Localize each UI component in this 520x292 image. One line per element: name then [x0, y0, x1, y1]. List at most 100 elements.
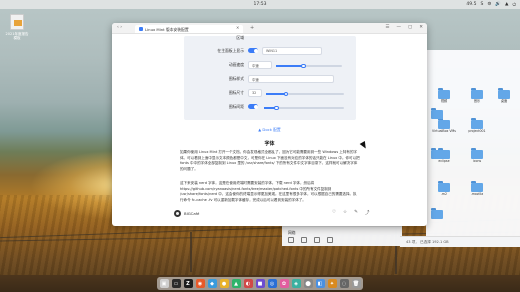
tray-item[interactable]: ▲ [505, 2, 508, 7]
folder-label: .mozilla [470, 192, 484, 196]
app-icon-9[interactable]: ■ [255, 279, 265, 288]
like-icon[interactable]: ♡ [332, 210, 336, 216]
app-icon-8[interactable]: ◐ [243, 279, 253, 288]
trash-icon[interactable]: 🗑 [351, 279, 361, 288]
app-icon-11[interactable]: ✿ [279, 279, 289, 288]
app-icon-4[interactable]: ◉ [195, 279, 205, 288]
speed-slider[interactable] [276, 63, 342, 68]
maximize-icon[interactable]: ▢ [408, 25, 412, 30]
settings-label: 区域 [236, 35, 244, 40]
toggle-switch[interactable] [248, 104, 258, 109]
file-manager-window[interactable]: 视频 音乐 桌面 VirtualBox VMs project001 eclipse ico… [426, 50, 520, 247]
tab-close-icon[interactable]: ✕ [236, 25, 239, 30]
settings-label: 图标样式 [228, 76, 244, 81]
folder-item[interactable]: .m2 [430, 181, 458, 197]
folder-item[interactable]: icons [463, 148, 491, 164]
folder-icon [438, 181, 450, 192]
new-tab-icon[interactable]: + [250, 25, 254, 31]
folder-item[interactable]: VirtualBox VMs [430, 118, 458, 134]
folder-label: .m2 [440, 192, 448, 196]
folder-icon [431, 208, 443, 219]
app-icon-6[interactable]: ● [219, 279, 229, 288]
app-icon-16[interactable]: ◌ [339, 279, 349, 288]
author-info[interactable]: BIGCafé [174, 209, 199, 218]
tab-title: Linux Mint 版本安装配置 [145, 26, 189, 32]
folder-item[interactable]: 桌面 [490, 88, 518, 104]
settings-label: 图标间距 [228, 104, 244, 109]
tray-item[interactable]: ⏻ [512, 2, 516, 8]
folder-item[interactable] [430, 208, 444, 220]
author-name: BIGCafé [184, 211, 200, 216]
section-heading: 字体 [264, 141, 275, 147]
app-icon-14[interactable]: ◧ [315, 279, 325, 288]
folder-item[interactable]: 视频 [430, 88, 458, 104]
settings-row: 图标尺寸 32 [184, 87, 356, 99]
share-icon[interactable]: ⤴ [365, 210, 370, 216]
settings-row: 动画速度 中速 [184, 59, 356, 71]
settings-row: 图标间距 [184, 101, 356, 113]
sidebar-icons [288, 237, 333, 243]
folder-item[interactable] [430, 108, 444, 120]
tray-item[interactable]: 🔊 [495, 2, 501, 7]
clock[interactable]: 17:53 [0, 2, 520, 7]
file-manager-status: 43 项， 已选择 192.1 GB [400, 236, 520, 247]
dropdown[interactable]: 中速 [248, 74, 334, 83]
app-icon-7[interactable]: ▲ [231, 279, 241, 288]
folder-item[interactable]: 音乐 [463, 88, 491, 104]
folder-icon [471, 148, 483, 159]
tray-item[interactable]: S [480, 2, 483, 7]
folder-icon [431, 108, 443, 119]
folder-label: 桌面 [500, 99, 508, 103]
browser-window: ‹ › Linux Mint 版本安装配置 ✕ + ☰ — ▢ ✕ 区域 在主面板… [112, 23, 427, 226]
file-manager-icon[interactable]: ▣ [159, 279, 169, 288]
tray-item[interactable]: ⚙ [487, 2, 491, 7]
app-icon-10[interactable]: ◎ [267, 279, 277, 288]
window-controls: ☰ — ▢ ✕ [385, 25, 423, 30]
tray-item[interactable]: 49.5 [466, 2, 476, 7]
folder-label: project001 [468, 129, 486, 133]
comment-icon[interactable]: ✎ [354, 210, 358, 216]
size-slider[interactable] [266, 91, 344, 96]
select-box[interactable]: WIN11 [262, 46, 322, 55]
trash-icon[interactable] [327, 237, 333, 243]
app-icon-12[interactable]: ◈ [291, 279, 301, 288]
article-content: 区域 在主面板上显示 WIN11 动画速度 中速 图标样式 中速 图标尺寸 32 图标间距 ▲ D… [112, 34, 427, 226]
toggle-switch[interactable] [248, 48, 258, 53]
file-manager-sidebar: 网络 [282, 226, 402, 246]
folder-label: 视频 [440, 99, 448, 103]
app-icon-15[interactable]: ✦ [327, 279, 337, 288]
folder-item[interactable] [430, 148, 444, 160]
sidebar-label: 网络 [288, 230, 296, 235]
desktop-file-label: 2021年度报告模板 [5, 32, 29, 40]
desktop-file-icon[interactable]: 2021年度报告模板 [4, 14, 30, 40]
folder-icon [498, 88, 510, 99]
article-actions: ♡ ☆ ✎ ⤴ [332, 210, 369, 216]
document-icon [10, 14, 24, 30]
folder-item[interactable]: project001 [463, 118, 491, 134]
terminal-icon[interactable]: ▭ [171, 279, 181, 288]
minimize-icon[interactable]: — [396, 25, 401, 30]
folder-label: 音乐 [473, 99, 481, 103]
folder-label: eclipse [438, 159, 450, 163]
avatar [174, 210, 181, 217]
desktop-icon[interactable] [301, 237, 307, 243]
size-value[interactable]: 32 [248, 88, 262, 97]
folder-icon [438, 118, 450, 129]
favorite-icon[interactable]: ☆ [343, 210, 347, 216]
spacing-slider[interactable] [264, 105, 344, 110]
close-icon[interactable]: ✕ [419, 25, 423, 30]
image-caption: ▲ Dock 配置 [258, 127, 281, 132]
zhihu-icon[interactable]: Z [183, 279, 193, 288]
home-icon[interactable] [288, 237, 294, 243]
app-icon-13[interactable]: ⬤ [303, 279, 313, 288]
nav-arrows-icon[interactable]: ‹ › [117, 25, 122, 30]
top-panel: 17:53 49.5 S ⚙ 🔊 ▲ ⏻ [0, 0, 520, 9]
folder-label: VirtualBox VMs [432, 129, 456, 133]
folder-icon [471, 181, 483, 192]
app-icon-5[interactable]: ◆ [207, 279, 217, 288]
dropdown[interactable]: 中速 [248, 60, 272, 69]
settings-row: 区域 [184, 32, 356, 44]
folder-icon[interactable] [314, 237, 320, 243]
folder-item[interactable]: .mozilla [463, 181, 491, 197]
menu-icon[interactable]: ☰ [385, 25, 389, 30]
